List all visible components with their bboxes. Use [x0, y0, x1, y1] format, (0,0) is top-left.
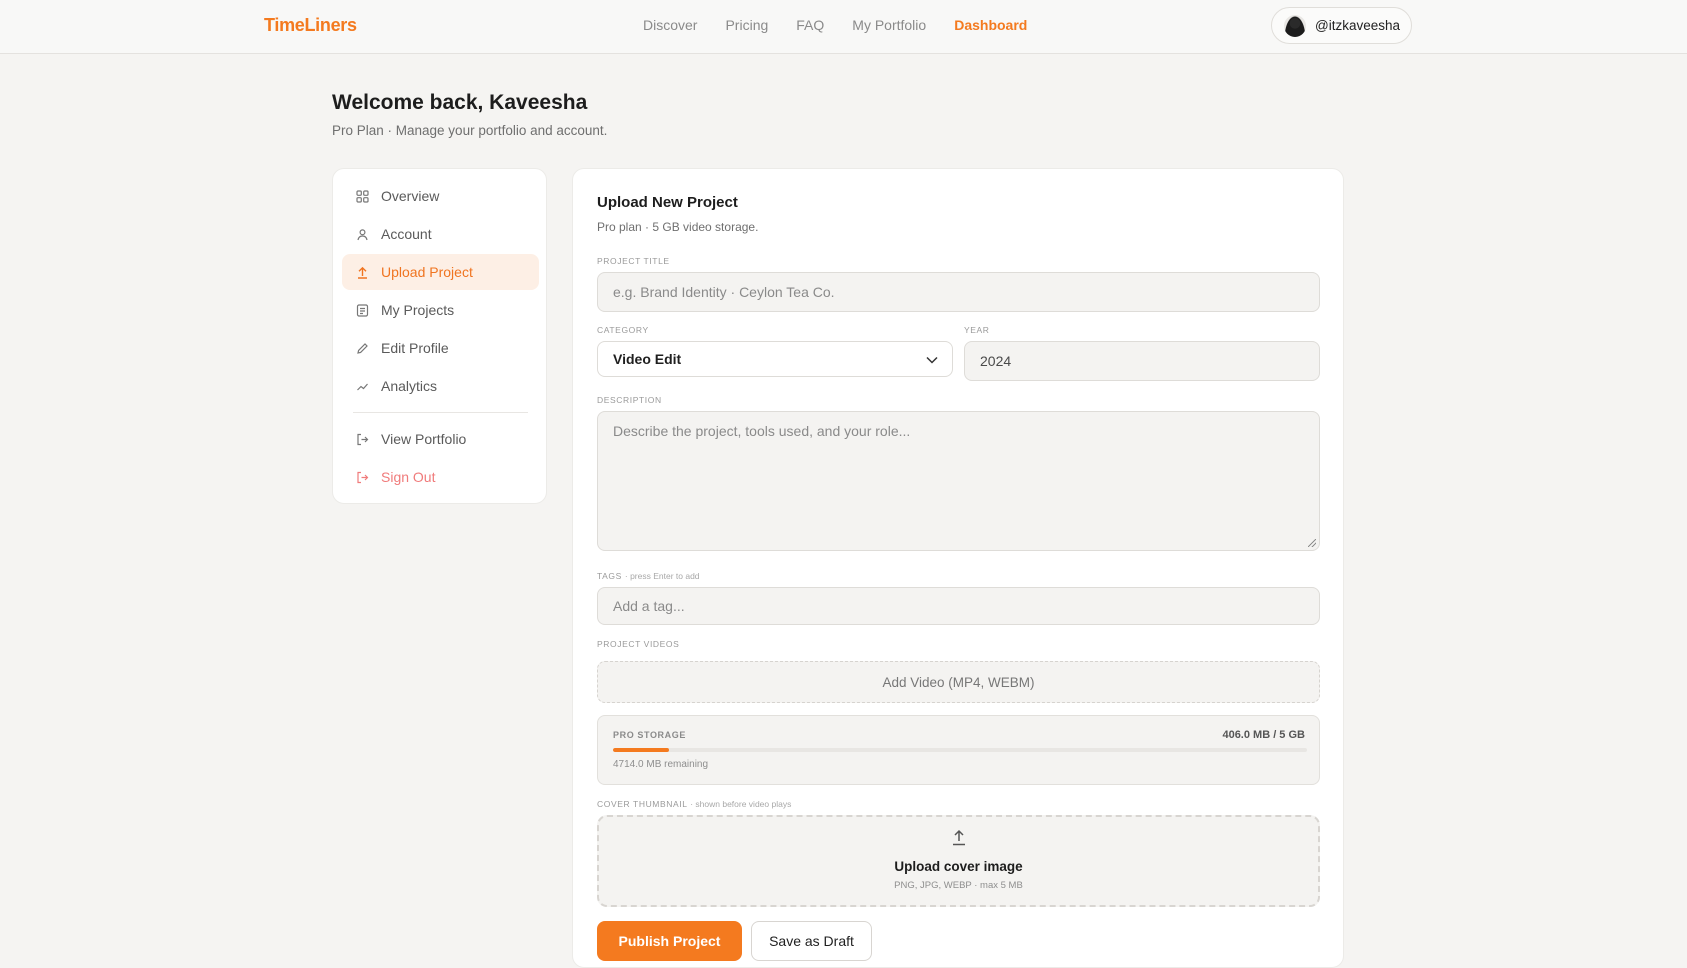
nav-pricing[interactable]: Pricing — [725, 17, 768, 33]
storage-panel: PRO STORAGE 406.0 MB / 5 GB 4714.0 MB re… — [597, 715, 1320, 785]
description-textarea[interactable]: Describe the project, tools used, and yo… — [597, 411, 1320, 551]
sidebar-divider — [353, 412, 528, 413]
user-icon — [355, 227, 369, 241]
dashboard-sidebar: Overview Account Upload Project My Proje… — [332, 168, 547, 504]
sidebar-item-label: View Portfolio — [381, 431, 467, 447]
storage-progress-fill — [613, 748, 669, 752]
sidebar-item-edit-profile[interactable]: Edit Profile — [342, 330, 539, 366]
main-nav: Discover Pricing FAQ My Portfolio Dashbo… — [643, 17, 1055, 33]
sidebar-item-label: Analytics — [381, 378, 438, 394]
sidebar-item-label: Overview — [381, 188, 440, 204]
storage-label: PRO STORAGE — [613, 730, 686, 740]
upload-project-card: Upload New Project Pro plan · 5 GB video… — [572, 168, 1344, 968]
description-label: DESCRIPTION — [597, 395, 662, 405]
card-subtitle: Pro plan · 5 GB video storage. — [597, 220, 759, 234]
storage-usage: 406.0 MB / 5 GB — [1222, 729, 1305, 741]
avatar — [1284, 14, 1306, 37]
project-title-label: PROJECT TITLE — [597, 256, 670, 266]
category-select[interactable]: Video Edit — [597, 341, 953, 377]
sidebar-item-label: Account — [381, 226, 432, 242]
upload-icon — [355, 265, 369, 279]
external-link-icon — [355, 432, 369, 446]
sidebar-item-label: Upload Project — [381, 264, 473, 280]
tags-label: TAGS · press Enter to add — [597, 571, 700, 581]
category-value: Video Edit — [613, 351, 682, 367]
sidebar-item-my-projects[interactable]: My Projects — [342, 292, 539, 328]
project-title-input[interactable]: e.g. Brand Identity · Ceylon Tea Co. — [597, 272, 1320, 312]
top-navbar: TimeLiners Discover Pricing FAQ My Portf… — [0, 0, 1687, 54]
nav-my-portfolio[interactable]: My Portfolio — [852, 17, 926, 33]
sidebar-item-view-portfolio[interactable]: View Portfolio — [342, 421, 539, 457]
year-input[interactable]: 2024 — [964, 341, 1320, 381]
tags-input[interactable]: Add a tag... — [597, 587, 1320, 625]
cover-upload-formats: PNG, JPG, WEBP · max 5 MB — [894, 880, 1023, 891]
cover-upload-dropzone[interactable]: Upload cover image PNG, JPG, WEBP · max … — [597, 815, 1320, 907]
grid-icon — [355, 189, 369, 203]
storage-progress-bar — [613, 748, 1307, 752]
save-draft-button[interactable]: Save as Draft — [751, 921, 872, 961]
resize-handle-icon[interactable] — [1308, 539, 1316, 547]
page-subtitle: Pro Plan · Manage your portfolio and acc… — [332, 123, 608, 138]
cover-upload-title: Upload cover image — [894, 859, 1023, 874]
user-menu-button[interactable]: @itzkaveesha — [1271, 7, 1412, 44]
storage-remaining: 4714.0 MB remaining — [613, 759, 709, 770]
chevron-down-icon — [926, 351, 938, 367]
card-title: Upload New Project — [597, 194, 738, 211]
sidebar-item-label: Sign Out — [381, 469, 436, 485]
nav-dashboard[interactable]: Dashboard — [954, 17, 1027, 33]
pencil-icon — [355, 341, 369, 355]
add-video-button[interactable]: Add Video (MP4, WEBM) — [597, 661, 1320, 703]
nav-faq[interactable]: FAQ — [796, 17, 824, 33]
project-videos-label: PROJECT VIDEOS — [597, 639, 680, 649]
cover-thumbnail-label: COVER THUMBNAIL · shown before video pla… — [597, 799, 792, 809]
sidebar-item-label: Edit Profile — [381, 340, 449, 356]
category-label: CATEGORY — [597, 325, 649, 335]
sidebar-item-analytics[interactable]: Analytics — [342, 368, 539, 404]
brand-logo[interactable]: TimeLiners — [264, 15, 357, 36]
description-placeholder: Describe the project, tools used, and yo… — [613, 423, 911, 439]
sidebar-item-label: My Projects — [381, 302, 455, 318]
year-label: YEAR — [964, 325, 990, 335]
sidebar-item-upload-project[interactable]: Upload Project — [342, 254, 539, 290]
document-icon — [355, 303, 369, 317]
page-title: Welcome back, Kaveesha — [332, 91, 588, 114]
user-handle: @itzkaveesha — [1315, 18, 1400, 33]
sidebar-item-sign-out[interactable]: Sign Out — [342, 459, 539, 495]
sidebar-item-account[interactable]: Account — [342, 216, 539, 252]
publish-project-button[interactable]: Publish Project — [597, 921, 742, 961]
upload-icon — [951, 829, 967, 851]
nav-discover[interactable]: Discover — [643, 17, 697, 33]
sign-out-icon — [355, 470, 369, 484]
trend-icon — [355, 379, 369, 393]
sidebar-item-overview[interactable]: Overview — [342, 178, 539, 214]
